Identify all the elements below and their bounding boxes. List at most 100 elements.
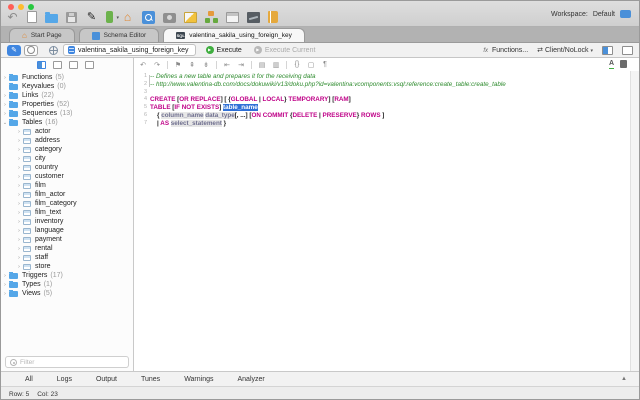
font-color-icon[interactable]: A xyxy=(608,60,614,69)
tree-group-functions[interactable]: › Functions (5) xyxy=(1,73,133,82)
chevron-icon[interactable]: › xyxy=(15,264,23,270)
chevron-icon[interactable]: › xyxy=(1,111,9,117)
tree-item-store[interactable]: › store xyxy=(1,262,133,271)
database-selector[interactable]: valentina_sakila_using_foreign_key xyxy=(63,44,196,56)
new-document-icon[interactable] xyxy=(27,11,37,23)
tree-item-city[interactable]: › city xyxy=(1,154,133,163)
tree-item-inventory[interactable]: › inventory xyxy=(1,217,133,226)
bookmark-next-icon[interactable]: ⇟ xyxy=(202,61,210,69)
search-icon[interactable] xyxy=(142,10,155,24)
chevron-icon[interactable]: › xyxy=(15,174,23,180)
camera-icon[interactable] xyxy=(163,13,176,23)
chevron-icon[interactable]: ⌄ xyxy=(1,120,9,126)
code-line-7[interactable]: 7 | AS select_statement } xyxy=(134,119,639,128)
layout-right-icon[interactable] xyxy=(622,45,633,55)
undo-icon[interactable]: ↶ xyxy=(139,61,147,69)
functions-button[interactable]: fx Functions... xyxy=(483,47,528,54)
chevron-icon[interactable]: › xyxy=(15,219,23,225)
tree-item-staff[interactable]: › staff xyxy=(1,253,133,262)
tab-schema-editor[interactable]: Schema Editor xyxy=(78,28,160,42)
chevron-icon[interactable]: › xyxy=(15,255,23,261)
brackets-icon[interactable]: {} xyxy=(293,61,301,68)
message-tab-analyzer[interactable]: Analyzer xyxy=(238,376,265,383)
bookmark-prev-icon[interactable]: ⇞ xyxy=(188,61,196,69)
code-area[interactable]: 1 -- Defines a new table and prepares it … xyxy=(134,71,639,127)
tree-group-triggers[interactable]: › Triggers (17) xyxy=(1,271,133,280)
open-folder-icon[interactable] xyxy=(45,11,58,23)
diagram-icon[interactable] xyxy=(205,11,218,23)
mode-selector[interactable]: ⇄ Client/NoLock ▾ xyxy=(537,46,593,54)
tree-item-film_category[interactable]: › film_category xyxy=(1,199,133,208)
home-icon[interactable]: ⌂ xyxy=(121,10,134,24)
tree-group-sequences[interactable]: › Sequences (13) xyxy=(1,109,133,118)
chevron-icon[interactable]: › xyxy=(1,93,9,99)
history-button[interactable] xyxy=(24,44,38,56)
tree-item-category[interactable]: › category xyxy=(1,145,133,154)
layout-left-icon[interactable] xyxy=(602,45,613,55)
tree-group-properties[interactable]: › Properties (52) xyxy=(1,100,133,109)
code-line-5[interactable]: 5 TABLE [IF NOT EXISTS] table_name xyxy=(134,104,639,112)
tree-item-payment[interactable]: › payment xyxy=(1,235,133,244)
tree-item-film_actor[interactable]: › film_actor xyxy=(1,190,133,199)
edit-mode-button[interactable]: ✎ xyxy=(7,44,21,56)
panel-view-4-icon[interactable] xyxy=(85,60,94,69)
outdent-icon[interactable]: ⇤ xyxy=(223,61,231,69)
chevron-icon[interactable]: › xyxy=(15,147,23,153)
chevron-icon[interactable]: › xyxy=(1,282,9,288)
message-tab-output[interactable]: Output xyxy=(96,376,117,383)
code-line-6[interactable]: 6 { column_name data_type[, ...] [ON COM… xyxy=(134,111,639,120)
redo-icon[interactable]: ↷ xyxy=(153,61,161,69)
comment-icon[interactable]: ▤ xyxy=(258,61,266,69)
chevron-icon[interactable]: › xyxy=(15,156,23,162)
chevron-icon[interactable]: › xyxy=(15,246,23,252)
chevron-icon[interactable]: › xyxy=(15,228,23,234)
chevron-icon[interactable]: › xyxy=(15,129,23,135)
panel-view-2-icon[interactable] xyxy=(53,60,62,69)
execute-current-button[interactable]: ▶ Execute Current xyxy=(253,46,315,54)
filter-input[interactable] xyxy=(20,358,124,366)
tree-item-customer[interactable]: › customer xyxy=(1,172,133,181)
panel-view-3-icon[interactable] xyxy=(69,60,78,69)
chevron-icon[interactable]: › xyxy=(1,273,9,279)
chevron-icon[interactable]: › xyxy=(15,192,23,198)
code-line-2[interactable]: 2 -- http://www.valentina-db.com/docs/dok… xyxy=(134,80,639,89)
chevron-icon[interactable]: › xyxy=(15,165,23,171)
code-line-4[interactable]: 4 CREATE [OR REPLACE] [ {GLOBAL | LOCAL} … xyxy=(134,96,639,104)
execute-button[interactable]: ▶ Execute xyxy=(205,46,242,54)
feedback-bubble-icon[interactable] xyxy=(620,10,631,18)
message-tab-warnings[interactable]: Warnings xyxy=(184,376,213,383)
tree-item-actor[interactable]: › actor xyxy=(1,127,133,136)
tab-start-page[interactable]: ⌂ Start Page xyxy=(9,28,75,42)
workspace-value[interactable]: Default xyxy=(593,11,615,18)
chevron-icon[interactable]: › xyxy=(15,210,23,216)
chevron-icon[interactable]: › xyxy=(1,291,9,297)
chevron-up-icon[interactable]: ▲ xyxy=(621,376,627,382)
tab-valentina-sakila-using-foreign-key[interactable]: SQL valentina_sakila_using_foreign_key xyxy=(163,28,305,42)
window-icon[interactable] xyxy=(226,11,239,23)
code-line-1[interactable]: 1 -- Defines a new table and prepares it … xyxy=(134,73,639,81)
hint-icon[interactable]: ▢ xyxy=(307,61,315,69)
tree-item-country[interactable]: › country xyxy=(1,163,133,172)
chevron-icon[interactable]: › xyxy=(1,102,9,108)
panel-view-1-icon[interactable] xyxy=(37,60,46,69)
tree-item-film[interactable]: › film xyxy=(1,181,133,190)
uncomment-icon[interactable]: ▥ xyxy=(272,61,280,69)
chevron-icon[interactable]: › xyxy=(15,183,23,189)
tree-group-views[interactable]: › Views (5) xyxy=(1,289,133,298)
server-icon[interactable] xyxy=(106,11,119,25)
chevron-icon[interactable]: › xyxy=(1,75,9,81)
tree-item-rental[interactable]: › rental xyxy=(1,244,133,253)
connection-icon[interactable] xyxy=(49,45,58,55)
message-tab-logs[interactable]: Logs xyxy=(57,376,72,383)
picture-icon[interactable] xyxy=(184,11,197,23)
tree-group-tables[interactable]: ⌄ Tables (16) xyxy=(1,118,133,127)
chevron-icon[interactable]: › xyxy=(15,138,23,144)
tree-item-address[interactable]: › address xyxy=(1,136,133,145)
code-line-3[interactable]: 3 xyxy=(134,89,639,97)
save-icon[interactable] xyxy=(66,11,77,23)
minimap-toggle-icon[interactable] xyxy=(620,60,627,68)
message-tab-tunes[interactable]: Tunes xyxy=(141,376,160,383)
format-icon[interactable]: ¶ xyxy=(321,61,329,68)
undo-icon[interactable]: ↶ xyxy=(6,10,19,24)
indent-icon[interactable]: ⇥ xyxy=(237,61,245,69)
